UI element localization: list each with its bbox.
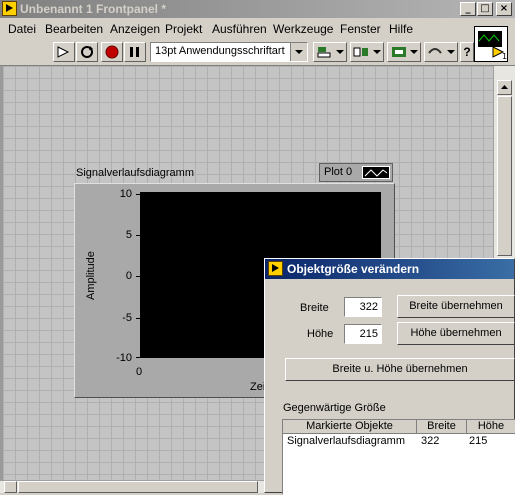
chevron-down-icon xyxy=(290,43,307,61)
scroll-thumb[interactable] xyxy=(497,96,512,256)
vi-icon-graphic: 1 xyxy=(476,28,507,61)
height-field[interactable]: 215 xyxy=(344,324,382,344)
distribute-objects-button[interactable] xyxy=(350,42,384,62)
run-button[interactable] xyxy=(53,42,75,62)
run-arrow-icon xyxy=(57,46,70,58)
svg-text:1: 1 xyxy=(502,52,507,61)
maximize-button[interactable]: □ xyxy=(477,2,493,16)
menu-projekt[interactable]: Projekt xyxy=(165,22,202,36)
x-tick-0: 0 xyxy=(136,366,143,378)
menu-bar: Datei Bearbeiten Anzeigen Projekt Ausfüh… xyxy=(0,18,515,38)
menu-datei[interactable]: Datei xyxy=(8,22,36,36)
pause-icon xyxy=(130,47,139,57)
menu-fenster[interactable]: Fenster xyxy=(340,22,381,36)
y-tick-minus5: -5 xyxy=(122,312,132,324)
labview-dialog-icon xyxy=(268,261,283,276)
table-header-objects[interactable]: Markierte Objekte xyxy=(283,420,417,434)
distribute-objects-icon xyxy=(353,47,381,57)
selected-objects-table[interactable]: Markierte Objekte Breite Höhe Signalverl… xyxy=(282,419,515,495)
menu-bearbeiten[interactable]: Bearbeiten xyxy=(45,22,103,36)
pause-button[interactable] xyxy=(124,42,146,62)
height-label: Höhe xyxy=(307,328,334,340)
help-button[interactable]: ? xyxy=(460,42,474,62)
table-cell-object[interactable]: Signalverlaufsdiagramm xyxy=(287,435,405,447)
chart-label: Signalverlaufsdiagramm xyxy=(76,167,194,179)
reorder-button[interactable] xyxy=(424,42,458,62)
run-continuously-icon xyxy=(81,46,93,58)
resize-objects-icon xyxy=(392,47,418,57)
y-tick-mark xyxy=(136,276,140,277)
labview-app-icon xyxy=(2,1,17,16)
width-label: Breite xyxy=(300,302,329,314)
run-continuously-button[interactable] xyxy=(76,42,98,62)
toolbar: 13pt Anwendungsschriftart ? xyxy=(0,38,515,66)
abort-button[interactable] xyxy=(101,42,123,62)
y-tick-0: 0 xyxy=(125,270,132,282)
scroll-up-button[interactable] xyxy=(497,80,512,95)
dialog-titlebar[interactable]: Objektgröße verändern xyxy=(265,259,514,279)
menu-anzeigen[interactable]: Anzeigen xyxy=(110,22,160,36)
x-axis-label: Zei xyxy=(250,381,266,393)
table-header-width[interactable]: Breite xyxy=(417,420,467,434)
y-tick-mark xyxy=(136,235,140,236)
legend-line-swatch xyxy=(362,166,390,179)
plot-legend[interactable]: Plot 0 xyxy=(319,163,393,182)
y-tick-mark xyxy=(136,194,140,195)
vi-icon[interactable]: 1 xyxy=(474,26,508,62)
close-button[interactable]: × xyxy=(496,2,512,16)
reorder-icon xyxy=(428,48,455,54)
table-header-height[interactable]: Höhe xyxy=(467,420,515,434)
align-objects-button[interactable] xyxy=(313,42,347,62)
font-select-value: 13pt Anwendungsschriftart xyxy=(155,45,285,57)
y-axis-label: Amplitude xyxy=(85,251,97,300)
apply-both-button[interactable]: Breite u. Höhe übernehmen xyxy=(285,358,515,381)
font-select[interactable]: 13pt Anwendungsschriftart xyxy=(150,42,308,62)
scroll-left-button[interactable] xyxy=(4,481,17,493)
menu-hilfe[interactable]: Hilfe xyxy=(389,22,413,36)
y-tick-5: 5 xyxy=(125,229,132,241)
stop-icon xyxy=(105,45,119,59)
resize-objects-button[interactable] xyxy=(387,42,421,62)
apply-width-button[interactable]: Breite übernehmen xyxy=(397,295,515,318)
menu-werkzeuge[interactable]: Werkzeuge xyxy=(273,22,333,36)
dialog-title: Objektgröße verändern xyxy=(287,262,420,276)
y-tick-minus10: -10 xyxy=(116,352,132,364)
menu-ausfuehren[interactable]: Ausführen xyxy=(212,22,267,36)
horizontal-scrollbar[interactable] xyxy=(0,480,270,493)
y-tick-mark xyxy=(136,357,140,358)
window-title: Unbenannt 1 Frontpanel * xyxy=(20,2,167,16)
legend-plot-name: Plot 0 xyxy=(324,166,353,178)
arrow-up-icon xyxy=(501,85,508,89)
current-size-label: Gegenwärtige Größe xyxy=(283,402,386,414)
width-field[interactable]: 322 xyxy=(344,297,382,317)
apply-height-button[interactable]: Höhe übernehmen xyxy=(397,322,515,345)
hscroll-thumb[interactable] xyxy=(18,481,258,493)
window-titlebar[interactable]: Unbenannt 1 Frontpanel * _ □ × xyxy=(0,0,515,18)
align-objects-icon xyxy=(317,47,344,58)
y-tick-10: 10 xyxy=(119,188,132,200)
table-cell-width[interactable]: 322 xyxy=(421,435,439,447)
y-tick-mark xyxy=(136,318,140,319)
table-cell-height[interactable]: 215 xyxy=(469,435,487,447)
minimize-button[interactable]: _ xyxy=(460,2,476,16)
